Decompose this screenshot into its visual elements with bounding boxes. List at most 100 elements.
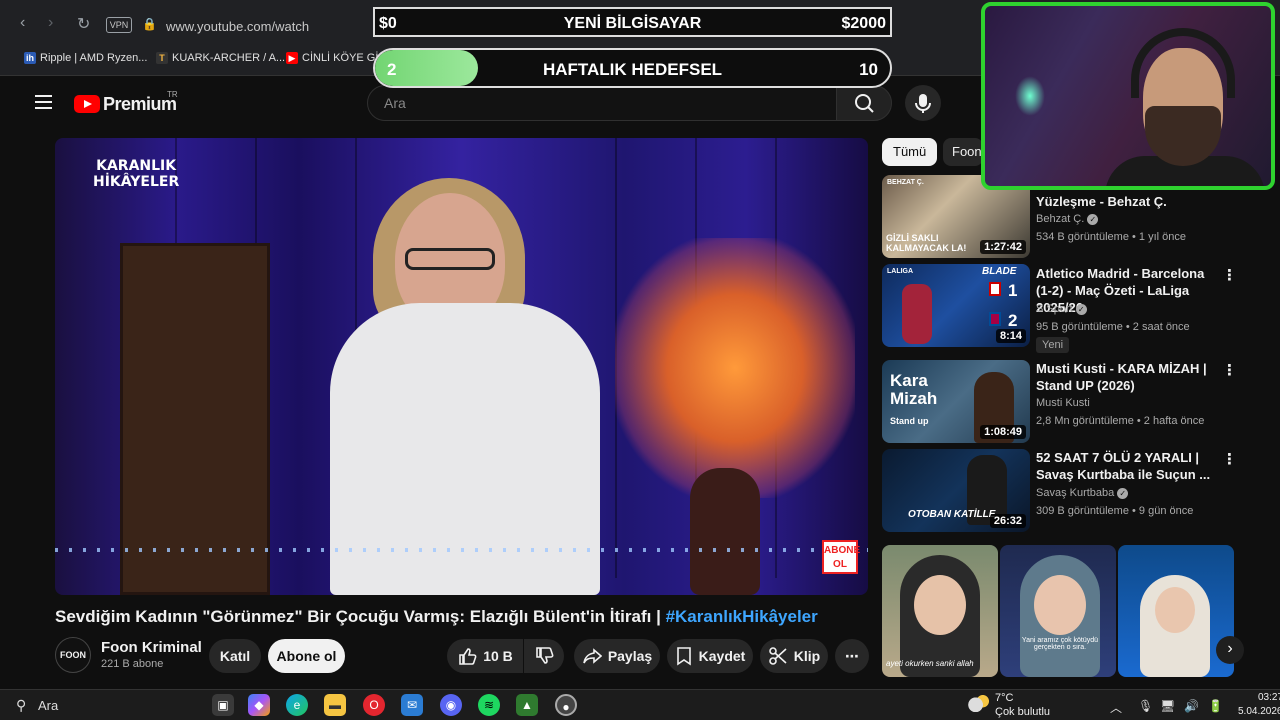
forward-icon[interactable]: ›	[48, 14, 53, 32]
chip-foon[interactable]: Foon	[943, 138, 983, 166]
bookmark-label: Ripple | AMD Ryzen...	[40, 52, 148, 64]
short-thumbnail[interactable]: ayeti okurken sanki allah	[882, 545, 998, 677]
thumb-corner-text: LALIGA	[887, 268, 914, 275]
more-options-icon[interactable]: ⋮	[1222, 450, 1237, 468]
lock-icon[interactable]: 🔒	[142, 17, 157, 31]
temperature[interactable]: 7°C	[995, 692, 1013, 704]
volume-icon[interactable]: 🔊	[1184, 699, 1199, 713]
spotify-icon[interactable]: ≋	[478, 694, 500, 716]
recommended-thumbnail[interactable]: LALIGA BLADE 1 2 8:14	[882, 264, 1030, 347]
goal2-title: HAFTALIK HEDEFSEL	[542, 60, 723, 79]
player-figure	[902, 284, 932, 344]
video-player[interactable]: KARANLIK HİKÂYELER ABONE OL	[55, 138, 868, 595]
bookmark-youtube[interactable]: ▶ CİNLİ KÖYE GİR	[286, 52, 386, 64]
back-icon[interactable]: ‹	[20, 14, 25, 32]
network-icon[interactable]: 🖥	[1160, 699, 1175, 713]
vpn-badge[interactable]: VPN	[106, 17, 132, 33]
bookmark-kuark[interactable]: T KUARK-ARCHER / A...	[156, 52, 285, 64]
recommended-channel[interactable]: Musti Kusti	[1036, 397, 1090, 409]
mail-icon[interactable]: ✉	[401, 694, 423, 716]
short-thumbnail[interactable]: Yani aramız çok kötüydü gerçekten o sıra…	[1000, 545, 1116, 677]
duration: 8:14	[995, 329, 1026, 343]
save-label: Kaydet	[698, 648, 746, 664]
atletico-crest-icon	[989, 282, 1001, 296]
channel-avatar[interactable]: FOON	[55, 637, 91, 673]
edge-icon[interactable]: e	[286, 694, 308, 716]
search-icon[interactable]: ⚲	[16, 697, 26, 714]
verified-icon: ✓	[1087, 213, 1099, 225]
subscribe-button[interactable]: Abone ol	[268, 639, 345, 673]
more-actions-button[interactable]: ⋯	[835, 639, 869, 673]
join-button[interactable]: Katıl	[209, 639, 261, 673]
more-options-icon[interactable]: ⋮	[1222, 266, 1237, 284]
opera-icon[interactable]: O	[363, 694, 385, 716]
search-input[interactable]: Ara	[367, 85, 837, 121]
recommended-title[interactable]: Yüzleşme - Behzat Ç.	[1036, 193, 1214, 210]
recommended-channel[interactable]: Savaş Kurtbaba ✓	[1036, 487, 1129, 499]
recommended-meta: 95 B görüntüleme • 2 saat önce	[1036, 321, 1190, 333]
recommended-thumbnail[interactable]: OTOBAN KATİLLE 26:32	[882, 449, 1030, 532]
bookshelf	[120, 243, 270, 595]
show-logo-line1: KARANLIK	[96, 158, 177, 174]
bookmark-ripple[interactable]: ih Ripple | AMD Ryzen...	[24, 52, 147, 64]
chevron-up-icon[interactable]: ︿	[1110, 699, 1122, 716]
short-caption: Yani aramız çok kötüydü gerçekten o sıra…	[1021, 637, 1099, 651]
glasses	[405, 248, 495, 270]
nvidia-icon[interactable]: ▲	[516, 694, 538, 716]
file-explorer-icon[interactable]: ▬	[324, 694, 346, 716]
goal1-title: YENİ BİLGİSAYAR	[563, 15, 702, 32]
recommended-title[interactable]: Musti Kusti - KARA MİZAH | Stand UP (202…	[1036, 360, 1214, 394]
youtube-brand[interactable]: Premium	[103, 94, 177, 115]
subscribe-watermark-line2: OL	[833, 559, 847, 570]
copilot-icon[interactable]: ◆	[248, 694, 270, 716]
channel-name[interactable]: Foon Kriminal	[101, 639, 202, 656]
chevron-right-icon[interactable]: ›	[1216, 636, 1244, 664]
more-options-icon[interactable]: ⋮	[1222, 361, 1237, 379]
recommended-thumbnail[interactable]: Kara Mizah Stand up 1:08:49	[882, 360, 1030, 443]
clock-date[interactable]: 5.04.2026	[1238, 706, 1280, 717]
discord-icon[interactable]: ◉	[440, 694, 462, 716]
verified-icon: ✓	[1075, 303, 1087, 315]
thumb-text: OTOBAN KATİLLE	[908, 509, 996, 520]
bookmark-kuark-icon: T	[156, 52, 168, 64]
clock-time[interactable]: 03:27	[1258, 692, 1280, 703]
channel-label: Behzat Ç.	[1036, 213, 1085, 225]
share-button[interactable]: Paylaş	[574, 639, 660, 673]
bookmark-label: KUARK-ARCHER / A...	[172, 52, 286, 64]
microphone-icon[interactable]: 🎙	[1138, 699, 1153, 713]
short-thumbnail[interactable]	[1118, 545, 1234, 677]
battery-icon[interactable]: 🔋	[1208, 699, 1223, 713]
search-icon	[855, 94, 874, 113]
obs-icon[interactable]: ●	[555, 694, 577, 716]
recommended-channel[interactable]: Behzat Ç. ✓	[1036, 213, 1099, 225]
scissors-icon	[768, 647, 787, 665]
thumbs-up-icon	[459, 648, 477, 665]
thumbs-down-icon	[536, 647, 554, 664]
thumb-corner-text: Stand up	[890, 416, 929, 426]
menu-icon[interactable]	[35, 95, 52, 113]
taskbar-search[interactable]: Ara	[38, 698, 58, 713]
search-button[interactable]	[836, 85, 892, 121]
youtube-logo-icon[interactable]	[74, 95, 100, 113]
weather-icon[interactable]	[966, 694, 990, 712]
recommended-channel[interactable]: S Sport ✓	[1036, 303, 1087, 315]
chip-all[interactable]: Tümü	[882, 138, 938, 166]
recommended-title[interactable]: 52 SAAT 7 ÖLÜ 2 YARALI | Savaş Kurtbaba …	[1036, 449, 1214, 483]
goal1-target: $2000	[841, 15, 887, 32]
duration: 26:32	[989, 514, 1026, 528]
task-view-icon[interactable]: ▣	[212, 694, 234, 716]
voice-search-button[interactable]	[905, 85, 941, 121]
subscribe-watermark[interactable]: ABONE OL	[822, 540, 860, 574]
thumb-text: Kara Mizah	[890, 371, 938, 408]
weather-condition[interactable]: Çok bulutlu	[995, 706, 1050, 718]
reload-icon[interactable]: ↻	[77, 14, 90, 34]
vase	[690, 468, 760, 595]
like-count: 10 B	[483, 648, 513, 664]
address-bar[interactable]: www.youtube.com/watch	[166, 19, 309, 34]
dislike-button[interactable]	[524, 639, 564, 673]
save-button[interactable]: Kaydet	[667, 639, 753, 673]
hashtag-link[interactable]: #KaranlıkHikâyeler	[666, 607, 818, 626]
like-button[interactable]: 10 B	[447, 639, 523, 673]
neon-light	[1015, 76, 1045, 116]
clip-button[interactable]: Klip	[760, 639, 828, 673]
